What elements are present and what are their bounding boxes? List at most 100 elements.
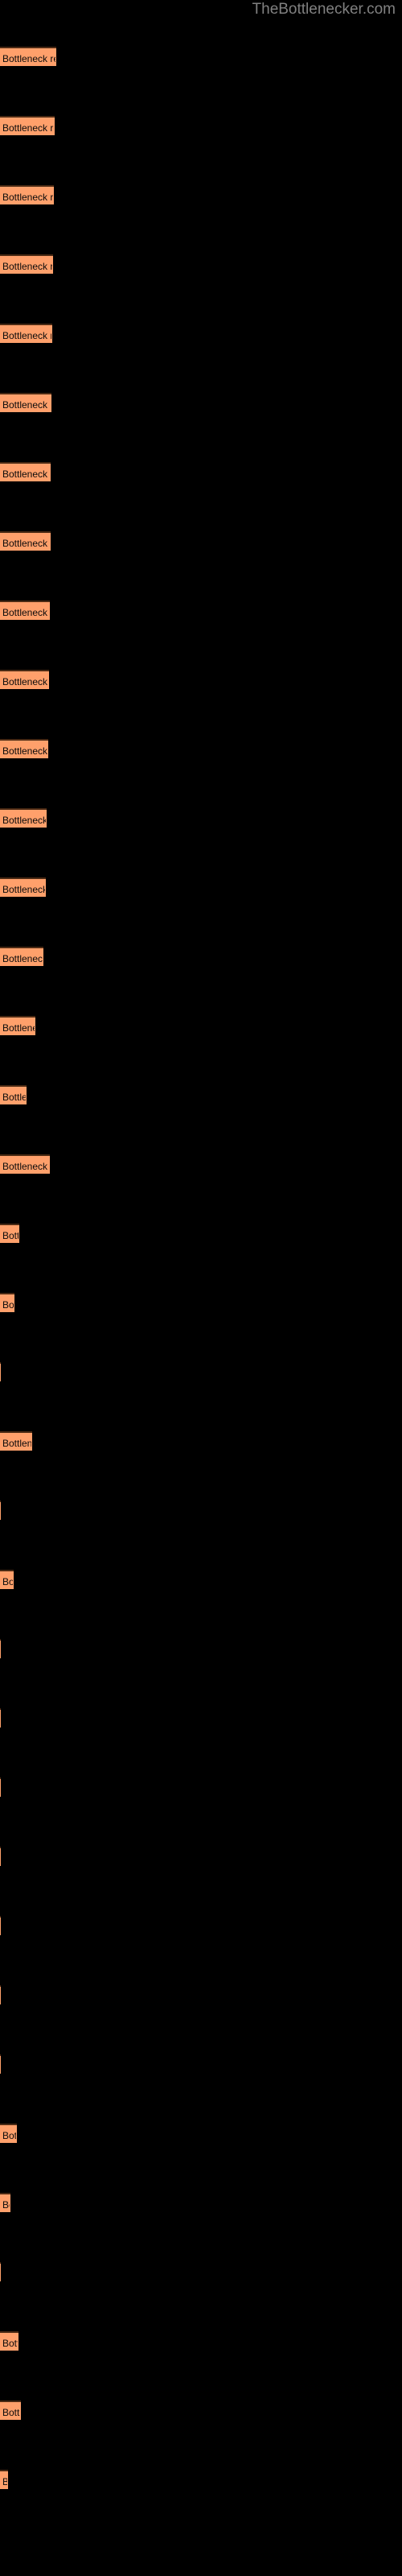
bar-row: Bottleneck result bbox=[0, 393, 51, 412]
bar-label: Bottleneck result bbox=[2, 1438, 31, 1449]
bar-label: Bottleneck result bbox=[2, 2338, 18, 2349]
bar-label: Bottleneck result bbox=[2, 676, 48, 687]
bar-rect bbox=[0, 2054, 1, 2074]
bars-layer: Bottleneck result Bottleneck result Bottle… bbox=[0, 0, 402, 2576]
bar-rect: Bottleneck result bbox=[0, 462, 51, 481]
bar-label: Bottleneck result bbox=[2, 815, 46, 826]
bar-label: Bottleneck result bbox=[2, 2407, 20, 2418]
bar-label: Bottleneck result bbox=[2, 538, 50, 549]
bar-rect: Bottleneck result bbox=[0, 877, 46, 897]
bar-label: Bottleneck result bbox=[2, 192, 53, 203]
bar-label: Bottleneck result bbox=[2, 2476, 7, 2487]
bar-rect: Bottleneck result bbox=[0, 601, 50, 620]
bar-label: Bottleneck result bbox=[2, 884, 45, 895]
bar-rect: Bottleneck result bbox=[0, 739, 48, 758]
bar-rect: Bottleneck result bbox=[0, 116, 55, 135]
bar-rect: Bottleneck result bbox=[0, 670, 49, 689]
bar-rect: Bottleneck result bbox=[0, 47, 56, 66]
bar-row bbox=[0, 1985, 1, 2004]
bar-rect: Bottleneck result bbox=[0, 1224, 19, 1243]
bar-label: Bottleneck result bbox=[2, 122, 54, 134]
bar-label: Bottleneck result bbox=[2, 607, 49, 618]
bar-rect: Bottleneck result bbox=[0, 2470, 8, 2489]
bar-label: Bottleneck result bbox=[2, 1092, 26, 1103]
bar-row: Bottleneck result bbox=[0, 2401, 21, 2420]
bar-row: Bottleneck result bbox=[0, 601, 50, 620]
bar-rect bbox=[0, 1501, 1, 1520]
bar-row bbox=[0, 1916, 1, 1935]
bar-row bbox=[0, 1777, 1, 1797]
bar-rect: Bottleneck result bbox=[0, 2401, 21, 2420]
bar-label: Bottleneck result bbox=[2, 1576, 13, 1587]
bottleneck-bar-chart: TheBottlenecker.com Bottleneck resultBot… bbox=[0, 0, 402, 2576]
bar-label: Bottleneck result bbox=[2, 1299, 14, 1311]
bar-row: Bottleneck result bbox=[0, 116, 55, 135]
bar-row: Bottleneck result bbox=[0, 531, 51, 551]
bar-label: Bottleneck result bbox=[2, 2130, 16, 2141]
bar-rect: Bottleneck result bbox=[0, 1085, 27, 1104]
bar-row: Bottleneck result bbox=[0, 1431, 32, 1451]
bar-label: Bottleneck result bbox=[2, 2199, 10, 2211]
bar-rect bbox=[0, 1916, 1, 1935]
bar-row: Bottleneck result bbox=[0, 1016, 35, 1035]
bar-rect: Bottleneck result bbox=[0, 2193, 10, 2212]
bar-label: Bottleneck result bbox=[2, 53, 55, 64]
bar-row: Bottleneck result bbox=[0, 2124, 17, 2143]
bar-rect bbox=[0, 1985, 1, 2004]
bar-label: Bottleneck result bbox=[2, 399, 51, 411]
bar-row bbox=[0, 1708, 1, 1728]
bar-rect: Bottleneck result bbox=[0, 1016, 35, 1035]
bar-rect bbox=[0, 1847, 1, 1866]
bar-rect bbox=[0, 1639, 1, 1658]
bar-row bbox=[0, 1362, 1, 1381]
bar-rect: Bottleneck result bbox=[0, 1154, 50, 1174]
bar-row bbox=[0, 2262, 1, 2281]
bar-row: Bottleneck result bbox=[0, 1154, 50, 1174]
bar-row bbox=[0, 2054, 1, 2074]
bar-row: Bottleneck result bbox=[0, 2331, 18, 2351]
bar-rect: Bottleneck result bbox=[0, 1570, 14, 1589]
bar-rect: Bottleneck result bbox=[0, 531, 51, 551]
bar-row: Bottleneck result bbox=[0, 1293, 14, 1312]
bar-row: Bottleneck result bbox=[0, 47, 56, 66]
bar-row: Bottleneck result bbox=[0, 254, 53, 274]
bar-label: Bottleneck result bbox=[2, 1230, 18, 1241]
bar-row: Bottleneck result bbox=[0, 1570, 14, 1589]
bar-label: Bottleneck result bbox=[2, 469, 50, 480]
bar-label: Bottleneck result bbox=[2, 745, 47, 757]
bar-label: Bottleneck result bbox=[2, 261, 52, 272]
bar-row: Bottleneck result bbox=[0, 947, 43, 966]
bar-row: Bottleneck result bbox=[0, 877, 46, 897]
bar-rect: Bottleneck result bbox=[0, 808, 47, 828]
bar-rect: Bottleneck result bbox=[0, 2331, 18, 2351]
bar-rect: Bottleneck result bbox=[0, 185, 54, 204]
bar-rect bbox=[0, 1708, 1, 1728]
bar-label: Bottleneck result bbox=[2, 1022, 35, 1034]
bar-row bbox=[0, 1847, 1, 1866]
bar-rect: Bottleneck result bbox=[0, 324, 52, 343]
bar-row: Bottleneck result bbox=[0, 185, 54, 204]
bar-row: Bottleneck result bbox=[0, 739, 48, 758]
bar-label: Bottleneck result bbox=[2, 953, 43, 964]
bar-row: Bottleneck result bbox=[0, 2470, 8, 2489]
bar-label: Bottleneck result bbox=[2, 1161, 49, 1172]
bar-row bbox=[0, 1501, 1, 1520]
bar-rect bbox=[0, 2262, 1, 2281]
bar-row: Bottleneck result bbox=[0, 324, 52, 343]
bar-row: Bottleneck result bbox=[0, 670, 49, 689]
bar-rect: Bottleneck result bbox=[0, 393, 51, 412]
bar-row: Bottleneck result bbox=[0, 2193, 10, 2212]
bar-row: Bottleneck result bbox=[0, 462, 51, 481]
bar-rect bbox=[0, 1362, 1, 1381]
bar-row: Bottleneck result bbox=[0, 1085, 27, 1104]
bar-rect: Bottleneck result bbox=[0, 1293, 14, 1312]
bar-label: Bottleneck result bbox=[2, 330, 51, 341]
bar-rect: Bottleneck result bbox=[0, 2124, 17, 2143]
bar-rect bbox=[0, 1777, 1, 1797]
bar-row: Bottleneck result bbox=[0, 1224, 19, 1243]
bar-rect: Bottleneck result bbox=[0, 947, 43, 966]
bar-rect: Bottleneck result bbox=[0, 254, 53, 274]
bar-row: Bottleneck result bbox=[0, 808, 47, 828]
bar-rect: Bottleneck result bbox=[0, 1431, 32, 1451]
bar-row bbox=[0, 1639, 1, 1658]
